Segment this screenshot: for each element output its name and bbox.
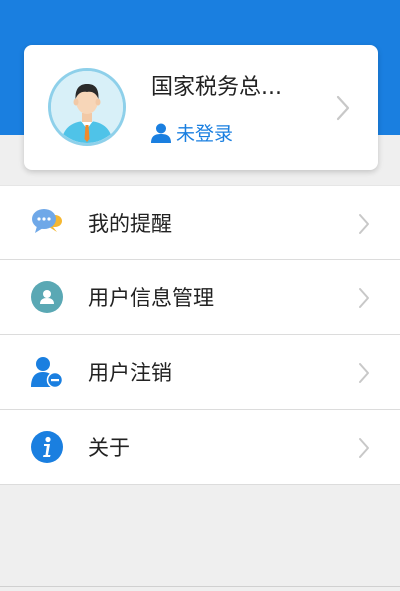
- menu-list: 我的提醒 用户信息管理 用户注销 关于: [0, 185, 400, 485]
- avatar: [48, 68, 126, 146]
- user-info-icon: [31, 281, 63, 313]
- bottom-divider: [0, 586, 400, 587]
- chevron-right-icon: [336, 95, 350, 125]
- chevron-right-icon: [358, 437, 370, 463]
- profile-name: 国家税务总...: [151, 75, 282, 100]
- chevron-right-icon: [358, 362, 370, 388]
- menu-item-reminders[interactable]: 我的提醒: [0, 185, 400, 260]
- menu-item-user-info[interactable]: 用户信息管理: [0, 260, 400, 335]
- male-user-avatar-icon: [51, 71, 123, 143]
- menu-item-label: 用户注销: [88, 361, 172, 385]
- chat-bubble-icon: [31, 207, 63, 239]
- login-status[interactable]: 未登录: [150, 119, 233, 146]
- profile-card[interactable]: 国家税务总... 未登录: [24, 45, 378, 170]
- user-icon: [151, 123, 171, 143]
- menu-item-label: 用户信息管理: [88, 286, 214, 310]
- chevron-right-icon: [358, 213, 370, 239]
- chevron-right-icon: [358, 287, 370, 313]
- menu-item-label: 我的提醒: [88, 211, 172, 236]
- user-remove-icon: [31, 356, 64, 389]
- info-icon: [31, 431, 63, 463]
- menu-item-about[interactable]: 关于: [0, 410, 400, 485]
- login-status-label: 未登录: [176, 123, 234, 145]
- menu-item-logout[interactable]: 用户注销: [0, 335, 400, 410]
- menu-item-label: 关于: [88, 436, 130, 460]
